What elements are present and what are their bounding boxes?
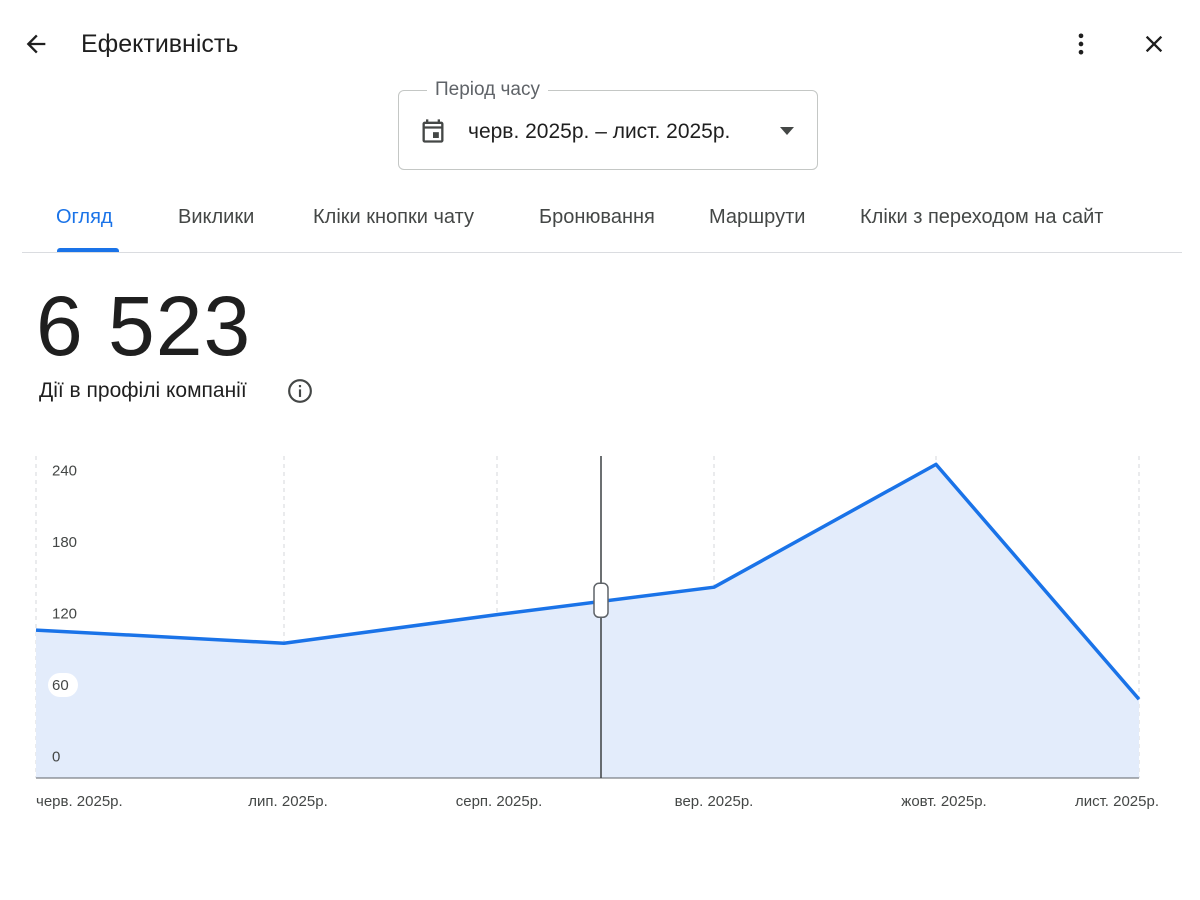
page-title: Ефективність — [81, 30, 239, 58]
more-options-button[interactable] — [1061, 24, 1101, 64]
chart-cursor-handle[interactable] — [593, 582, 609, 619]
top-bar: Ефективність — [0, 0, 1200, 88]
arrow-drop-down-icon — [780, 127, 794, 135]
tab-chat-clicks[interactable]: Кліки кнопки чату — [313, 204, 474, 230]
performance-chart[interactable]: 0 60 120 180 240 черв. 2025р. лип. 2025р. серп.… — [0, 440, 1200, 820]
tab-directions[interactable]: Маршрути — [709, 204, 805, 230]
chart-xtick-label: вер. 2025р. — [675, 793, 754, 810]
chart-area — [36, 464, 1139, 778]
close-button[interactable] — [1134, 24, 1174, 64]
time-period-label: Період часу — [427, 78, 548, 102]
tab-bookings[interactable]: Бронювання — [539, 204, 655, 230]
chart-xtick-label: черв. 2025р. — [36, 793, 123, 810]
more-vert-icon — [1078, 33, 1084, 55]
chart-ytick-label: 180 — [52, 534, 77, 551]
metric-label: Дії в профілі компанії — [39, 379, 247, 402]
close-icon — [1145, 35, 1163, 53]
arrow-back-icon — [26, 34, 46, 54]
chart-xtick-label: лист. 2025р. — [1075, 793, 1159, 810]
tab-calls[interactable]: Виклики — [178, 204, 254, 230]
info-button[interactable] — [286, 377, 314, 405]
calendar-icon — [422, 119, 444, 143]
info-icon — [288, 379, 312, 403]
tab-overview[interactable]: Огляд — [56, 204, 113, 230]
chart-ytick-label: 240 — [52, 462, 77, 479]
active-tab-indicator — [57, 248, 119, 252]
chart-ytick-label: 120 — [52, 605, 77, 622]
time-period-value: черв. 2025р. – лист. 2025р. — [468, 120, 731, 143]
chart-xtick-label: лип. 2025р. — [248, 793, 327, 810]
total-actions-value: 6 523 — [36, 279, 252, 373]
back-button[interactable] — [16, 24, 56, 64]
chart-xtick-label: жовт. 2025р. — [901, 793, 986, 810]
tab-website-clicks[interactable]: Кліки з переходом на сайт — [860, 204, 1103, 230]
chart-xtick-label: серп. 2025р. — [456, 793, 543, 810]
tab-bar: Огляд Виклики Кліки кнопки чату Бронюван… — [22, 190, 1182, 253]
time-period-select[interactable]: Період часу черв. 2025р. – лист. 2025р. — [398, 78, 818, 170]
chart-ytick-label: 60 — [52, 677, 69, 694]
chart-ytick-label: 0 — [52, 749, 60, 766]
